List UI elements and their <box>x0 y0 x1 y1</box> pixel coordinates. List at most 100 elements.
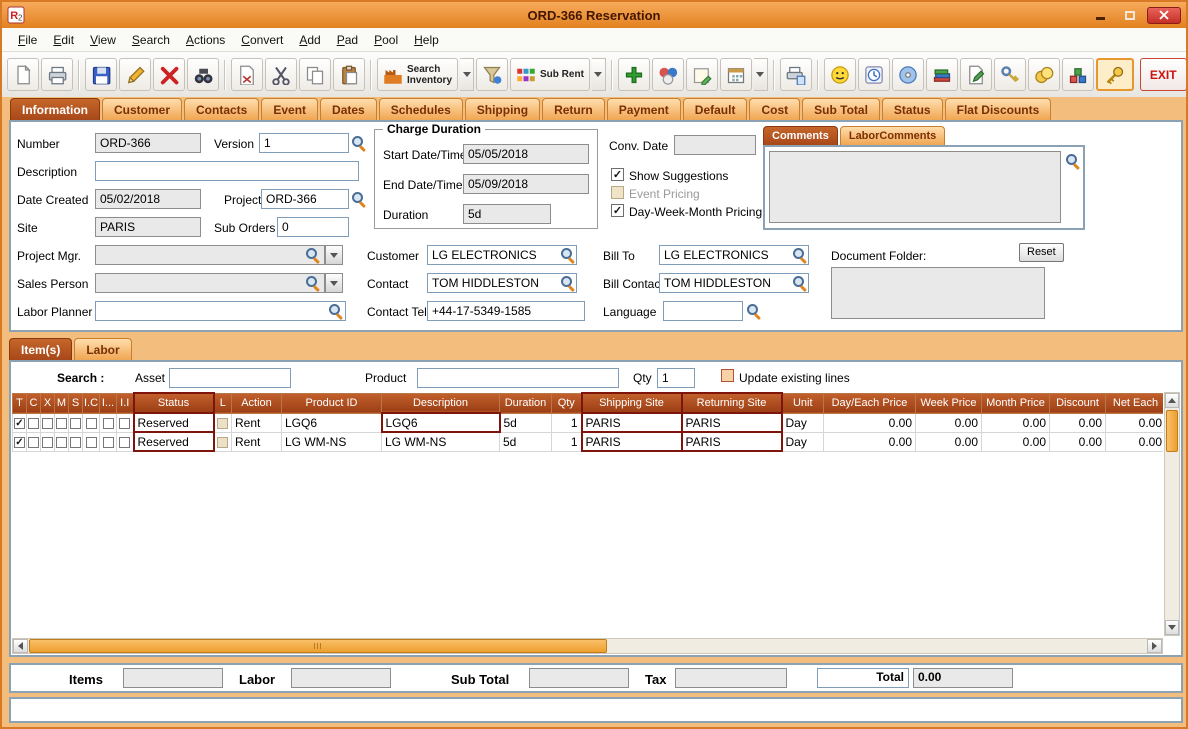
cell-day-each-price[interactable]: 0.00 <box>823 412 916 433</box>
cell-qty[interactable]: 1 <box>551 412 582 433</box>
labor-planner-search-icon[interactable] <box>328 303 344 319</box>
cell-ii[interactable] <box>116 412 134 433</box>
bill-contact-search-icon[interactable] <box>792 275 808 291</box>
edit-button[interactable] <box>119 58 151 91</box>
save-button[interactable] <box>85 58 117 91</box>
minimize-button[interactable] <box>1087 7 1113 24</box>
cell-status[interactable]: Reserved <box>132 431 215 452</box>
vertical-scrollbar[interactable] <box>1164 392 1180 636</box>
tab-schedules[interactable]: Schedules <box>378 98 463 120</box>
tab-sub-total[interactable]: Sub Total <box>802 98 880 120</box>
checkbox[interactable] <box>70 417 81 429</box>
customer-search-icon[interactable] <box>560 247 576 263</box>
end-date-field[interactable] <box>463 174 589 194</box>
qty-input[interactable] <box>657 368 695 388</box>
cell-l[interactable] <box>213 412 232 433</box>
tab-status[interactable]: Status <box>881 98 943 120</box>
site-field[interactable] <box>95 217 201 237</box>
checkbox[interactable] <box>119 436 131 448</box>
pour-filter-button[interactable] <box>476 58 509 91</box>
project-mgr-field[interactable] <box>95 245 325 265</box>
project-mgr-search-icon[interactable] <box>305 247 321 263</box>
cell-shipping-site[interactable]: PARIS <box>580 412 683 433</box>
scroll-up-button[interactable] <box>1165 393 1179 408</box>
version-field[interactable] <box>259 133 349 153</box>
tab-information[interactable]: Information <box>10 98 100 120</box>
cell-ic[interactable] <box>82 431 100 452</box>
table-row[interactable]: ✓ Reserved Rent LGQ6 LGQ6 5d 1 PARIS PAR… <box>12 412 1163 433</box>
tab-contacts[interactable]: Contacts <box>184 98 260 120</box>
sub-rent-button[interactable]: Sub Rent <box>510 58 590 91</box>
checkbox[interactable] <box>70 436 81 448</box>
labor-planner-field[interactable] <box>95 301 346 321</box>
find-button[interactable] <box>187 58 219 91</box>
language-search-icon[interactable] <box>746 303 762 319</box>
checkbox[interactable] <box>56 417 67 429</box>
cell-shipping-site[interactable]: PARIS <box>580 431 683 452</box>
cell-s[interactable] <box>68 412 83 433</box>
row-select-checkbox[interactable]: ✓ <box>14 417 25 429</box>
customer-field[interactable] <box>427 245 577 265</box>
tab-comments[interactable]: Comments <box>763 126 838 145</box>
cell-month-price[interactable]: 0.00 <box>981 431 1050 452</box>
menu-search[interactable]: Search <box>124 29 178 51</box>
cell-m[interactable] <box>54 431 69 452</box>
project-mgr-dropdown[interactable] <box>325 245 343 265</box>
security-key-button[interactable] <box>993 58 1026 91</box>
cell-c[interactable] <box>26 412 41 433</box>
day-week-month-checkbox[interactable]: ✓ <box>611 204 624 217</box>
cell-net-each[interactable]: 0.00 <box>1105 412 1163 433</box>
search-inventory-dropdown[interactable] <box>460 58 475 91</box>
menu-file[interactable]: File <box>10 29 45 51</box>
copy-button[interactable] <box>299 58 331 91</box>
tab-labor-comments[interactable]: LaborComments <box>839 126 946 145</box>
print-button[interactable] <box>41 58 73 91</box>
cell-discount[interactable]: 0.00 <box>1049 412 1106 433</box>
cell-week-price[interactable]: 0.00 <box>915 412 982 433</box>
vertical-scroll-thumb[interactable] <box>1166 410 1178 452</box>
exit-button[interactable]: EXIT <box>1139 58 1186 91</box>
cell-t[interactable]: ✓ <box>12 431 27 452</box>
add-button[interactable] <box>617 58 650 91</box>
comments-textarea[interactable] <box>769 151 1061 223</box>
checkbox[interactable] <box>217 417 229 429</box>
notes-button[interactable] <box>685 58 718 91</box>
cell-x[interactable] <box>40 412 55 433</box>
cell-ii[interactable] <box>116 431 134 452</box>
tab-flat-discounts[interactable]: Flat Discounts <box>944 98 1052 120</box>
show-suggestions-checkbox[interactable]: ✓ <box>611 168 624 181</box>
table-row[interactable]: ✓ Reserved Rent LG WM-NS LG WM-NS 5d 1 P… <box>12 431 1163 452</box>
scroll-left-button[interactable] <box>13 639 28 653</box>
cell-t[interactable]: ✓ <box>12 412 27 433</box>
scroll-right-button[interactable] <box>1147 639 1162 653</box>
cut-line-button[interactable] <box>231 58 263 91</box>
edit-document-button[interactable] <box>959 58 992 91</box>
tab-default[interactable]: Default <box>682 98 748 120</box>
cell-duration[interactable]: 5d <box>499 412 552 433</box>
checkbox[interactable] <box>85 417 97 429</box>
menu-edit[interactable]: Edit <box>45 29 82 51</box>
horizontal-scroll-thumb[interactable] <box>29 639 607 653</box>
row-select-checkbox[interactable]: ✓ <box>14 436 25 448</box>
menu-pool[interactable]: Pool <box>366 29 406 51</box>
sub-orders-field[interactable] <box>277 217 349 237</box>
cell-description[interactable]: LGQ6 <box>380 412 501 433</box>
cell-x[interactable] <box>40 431 55 452</box>
sub-rent-dropdown[interactable] <box>591 58 606 91</box>
start-date-field[interactable] <box>463 144 589 164</box>
description-field[interactable] <box>95 161 359 181</box>
delete-button[interactable] <box>153 58 185 91</box>
checkbox[interactable] <box>119 417 131 429</box>
tab-items[interactable]: Item(s) <box>9 338 73 360</box>
checkbox[interactable] <box>28 417 39 429</box>
menu-convert[interactable]: Convert <box>233 29 291 51</box>
cell-m[interactable] <box>54 412 69 433</box>
cell-qty[interactable]: 1 <box>551 431 582 452</box>
project-search-icon[interactable] <box>351 191 367 207</box>
customer-service-button[interactable] <box>823 58 856 91</box>
project-field[interactable] <box>261 189 349 209</box>
sales-person-field[interactable] <box>95 273 325 293</box>
unlock-button[interactable] <box>1095 58 1134 91</box>
new-document-button[interactable] <box>7 58 39 91</box>
tab-payment[interactable]: Payment <box>606 98 681 120</box>
